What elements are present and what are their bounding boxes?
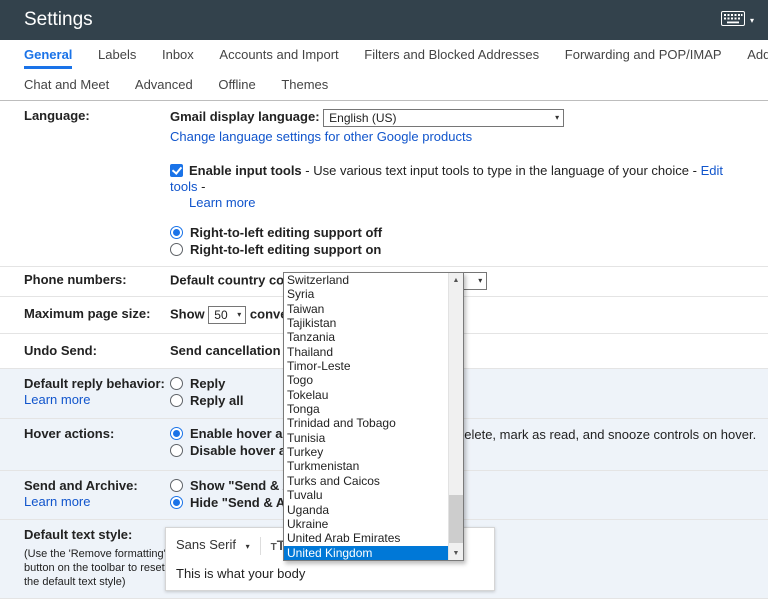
page-size-value: 50 [214,308,228,322]
disable-hover-actions-radio[interactable] [170,444,183,457]
tab-filters-and-blocked-addresses[interactable]: Filters and Blocked Addresses [364,40,539,70]
tab-inbox[interactable]: Inbox [162,40,194,70]
input-tools-description: - Use various text input tools to type i… [301,163,701,178]
settings-tabs: General Labels Inbox Accounts and Import… [0,40,768,101]
dropdown-option[interactable]: Togo [284,373,448,387]
country-dropdown-options: Switzerland Syria Taiwan Tajikistan Tanz… [284,273,448,560]
tab-general[interactable]: General [24,40,73,70]
hover-actions-row-label: Hover actions: [24,426,115,441]
chevron-down-icon: ▾ [237,310,242,319]
show-send-archive-radio[interactable] [170,479,183,492]
reply-all-label: Reply all [190,393,244,408]
page-size-select[interactable]: 50 ▾ [208,306,247,324]
keyboard-caret-down-icon[interactable]: ▾ [750,16,754,25]
toolbar-divider [259,537,261,555]
hover-actions-description-tail: delete, mark as read, and snooze control… [457,427,757,442]
hide-send-archive-radio[interactable] [170,496,183,509]
enable-hover-actions-radio[interactable] [170,427,183,440]
font-family-value: Sans Serif [176,537,236,552]
default-text-style-note: (Use the 'Remove formatting' button on t… [24,548,166,588]
dropdown-option[interactable]: Tunisia [284,431,448,445]
send-archive-learn-more-link[interactable]: Learn more [24,494,90,509]
dropdown-option[interactable]: Uganda [284,503,448,517]
dropdown-option[interactable]: Turks and Caicos [284,474,448,488]
tab-forwarding-and-pop-imap[interactable]: Forwarding and POP/IMAP [565,40,722,70]
tab-advanced[interactable]: Advanced [135,70,193,100]
send-and-archive-row-label: Send and Archive: [24,478,138,493]
tab-labels[interactable]: Labels [98,40,136,70]
language-row-label: Language: [24,108,90,123]
dropdown-option[interactable]: Syria [284,287,448,301]
dropdown-option[interactable]: Tajikistan [284,316,448,330]
country-dropdown-list: Switzerland Syria Taiwan Tajikistan Tanz… [283,272,464,561]
keyboard-icon[interactable] [720,11,745,29]
dropdown-option[interactable]: Turkmenistan [284,459,448,473]
input-tools-dash: - [197,179,206,194]
phone-numbers-row-label: Phone numbers: [24,272,127,287]
change-language-settings-link[interactable]: Change language settings for other Googl… [170,129,472,144]
font-family-picker[interactable]: Sans Serif ▾ [176,537,250,555]
dropdown-scrollbar[interactable]: ▲ ▼ [448,273,463,560]
dropdown-option[interactable]: Taiwan [284,302,448,316]
dropdown-option[interactable]: Ukraine [284,517,448,531]
rtl-off-label: Right-to-left editing support off [190,225,383,240]
default-text-style-row-label: Default text style: [24,527,133,542]
undo-send-row-label: Undo Send: [24,343,97,358]
display-language-select[interactable]: English (US) ▾ [323,108,565,127]
display-language-value: English (US) [329,110,397,125]
tabs-row-2: Chat and Meet Advanced Offline Themes [24,70,744,100]
show-label: Show [170,306,205,322]
dropdown-option[interactable]: Tonga [284,402,448,416]
dropdown-option[interactable]: Trinidad and Tobago [284,416,448,430]
rtl-on-label: Right-to-left editing support on [190,242,382,257]
dropdown-option[interactable]: Turkey [284,445,448,459]
tab-offline[interactable]: Offline [218,70,255,100]
reply-radio[interactable] [170,377,183,390]
dropdown-option[interactable]: Tuvalu [284,488,448,502]
dropdown-option-selected[interactable]: United Kingdom [284,545,448,560]
tab-chat-and-meet[interactable]: Chat and Meet [24,70,109,100]
text-style-preview: This is what your body [176,566,306,581]
input-method-control[interactable]: ▾ [720,11,754,29]
input-tools-learn-more-link[interactable]: Learn more [189,195,255,210]
scrollbar-thumb[interactable] [449,495,463,543]
tab-add-ons[interactable]: Add-ons [747,40,768,70]
dropdown-option[interactable]: Switzerland [284,273,448,287]
dropdown-option[interactable]: Thailand [284,345,448,359]
enable-input-tools-label: Enable input tools [189,163,302,178]
enable-input-tools-checkbox[interactable] [170,164,183,177]
reply-all-radio[interactable] [170,394,183,407]
reply-learn-more-link[interactable]: Learn more [24,392,90,407]
dropdown-option[interactable]: Timor-Leste [284,359,448,373]
chevron-down-icon: ▾ [555,112,560,122]
scroll-down-icon[interactable]: ▼ [449,546,463,560]
dropdown-option[interactable]: United Arab Emirates [284,531,448,545]
tab-themes[interactable]: Themes [281,70,328,100]
dropdown-option[interactable]: Tokelau [284,388,448,402]
settings-header: Settings ▾ [0,0,768,40]
reply-label: Reply [190,376,226,391]
tab-accounts-and-import[interactable]: Accounts and Import [219,40,338,70]
language-row: Language: Gmail display language: Englis… [0,101,768,267]
chevron-down-icon: ▾ [245,542,250,551]
chevron-down-icon: ▾ [478,276,483,285]
dropdown-option[interactable]: Tanzania [284,330,448,344]
default-reply-behavior-row-label: Default reply behavior: [24,376,165,391]
page-title: Settings [24,9,93,30]
display-language-label: Gmail display language: [170,109,320,124]
maximum-page-size-row-label: Maximum page size: [24,306,151,321]
tabs-row-1: General Labels Inbox Accounts and Import… [24,40,768,70]
rtl-off-radio[interactable] [170,226,183,239]
rtl-on-radio[interactable] [170,243,183,256]
scroll-up-icon[interactable]: ▲ [449,273,463,287]
